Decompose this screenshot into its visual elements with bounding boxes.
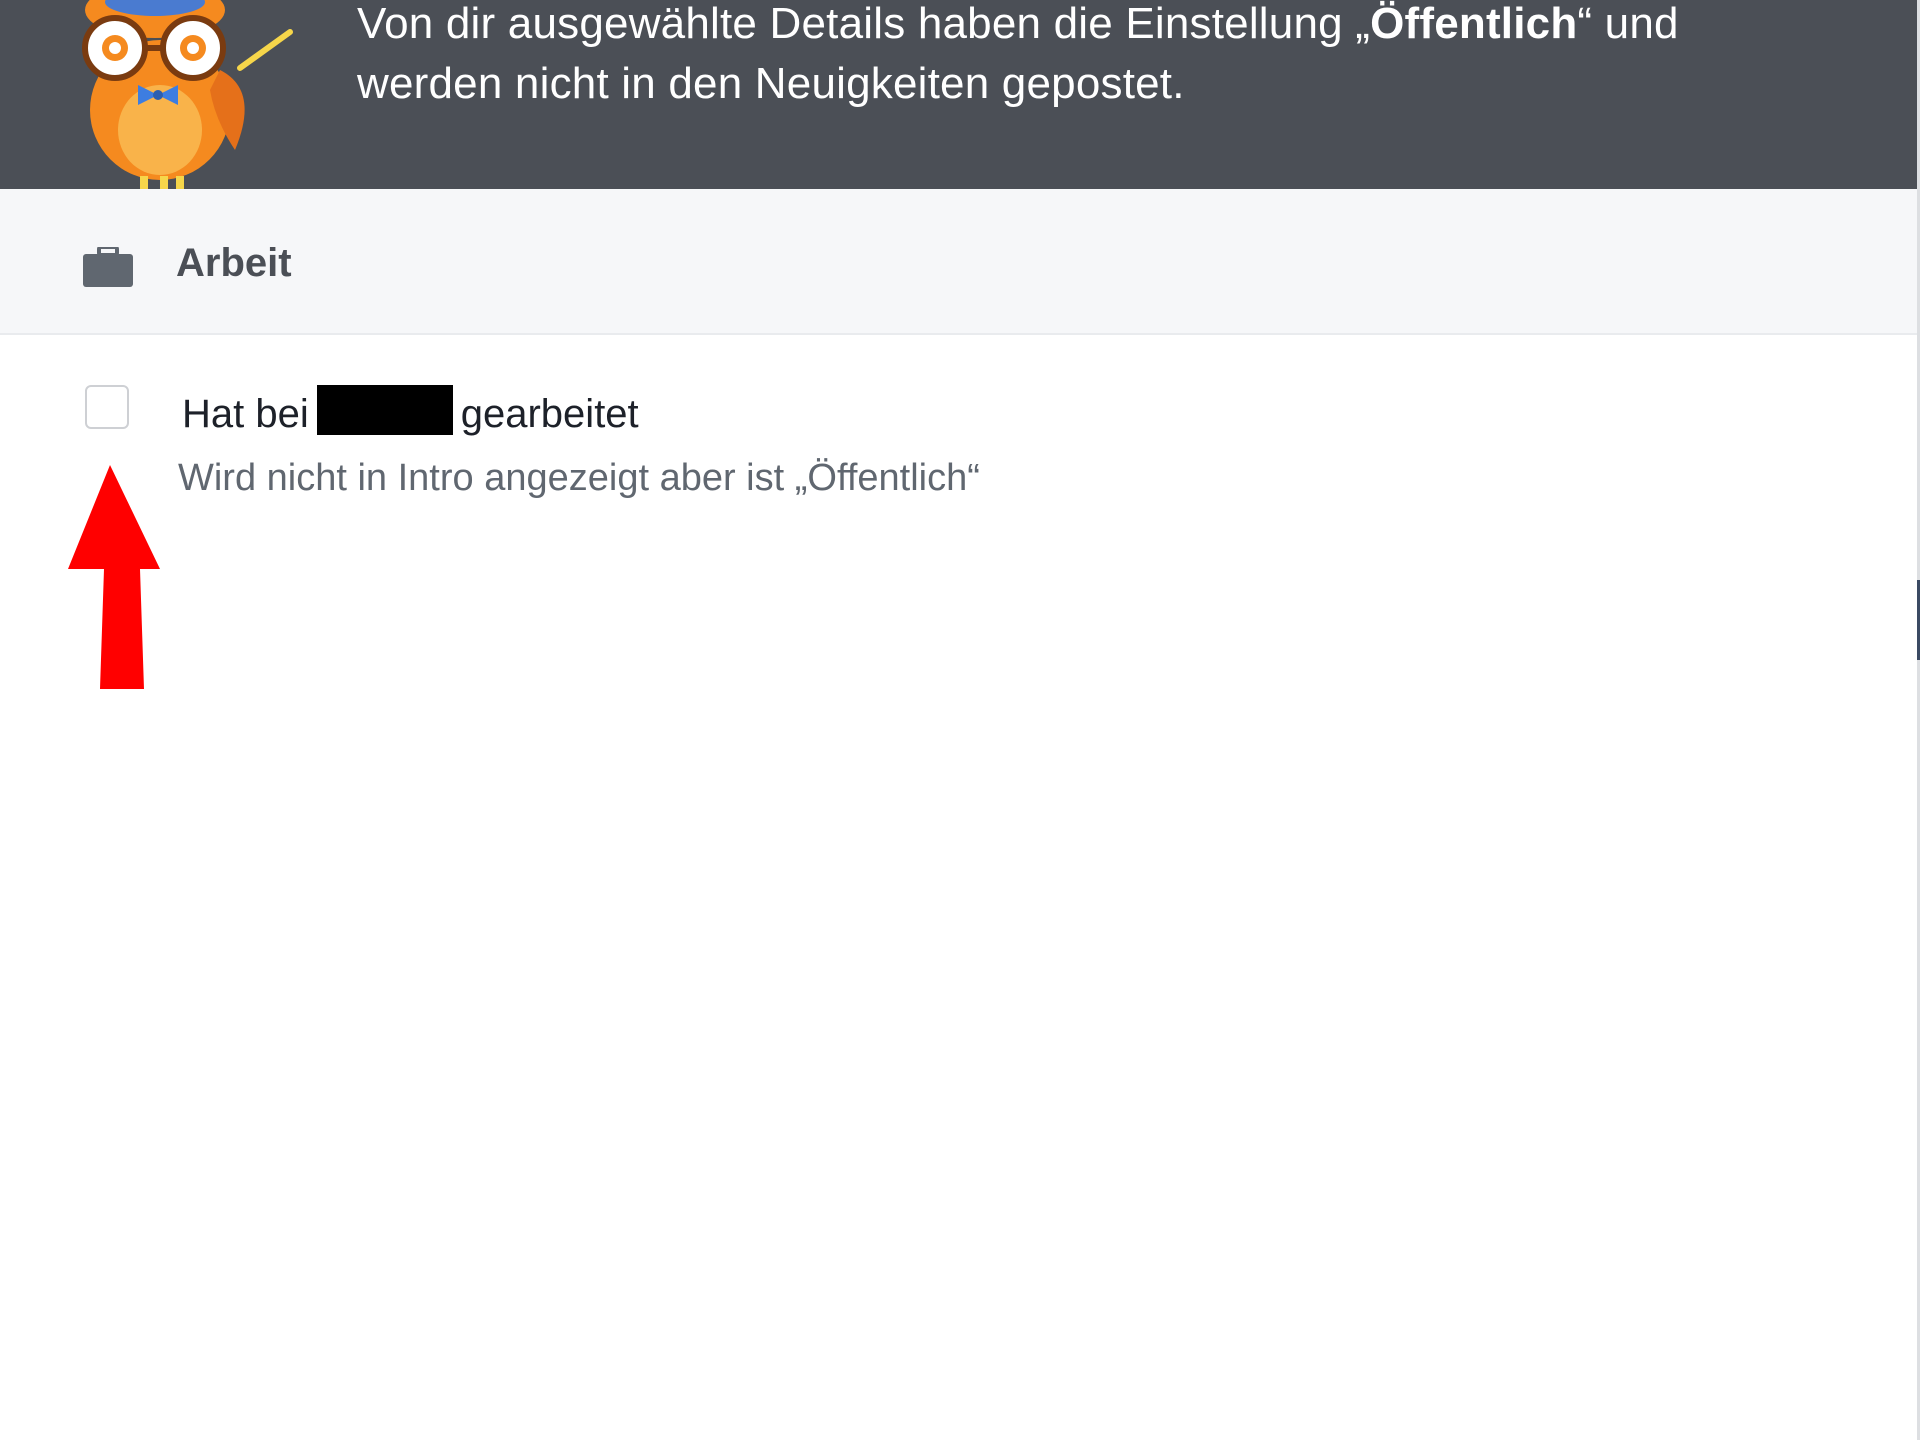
banner-line-1-suffix: “ und <box>1577 0 1679 48</box>
banner-line-1-prefix: Von dir ausgewählte Details haben die Ei… <box>357 0 1371 48</box>
section-title: Arbeit <box>176 241 292 285</box>
briefcase-icon <box>83 247 133 287</box>
item-title: Hat bei gearbeitet <box>182 385 639 442</box>
item-title-prefix: Hat bei <box>182 392 309 436</box>
banner-message: Von dir ausgewählte Details haben die Ei… <box>357 0 1857 114</box>
red-arrow-annotation-icon <box>68 465 160 689</box>
banner-line-2: werden nicht in den Neuigkeiten gepostet… <box>357 59 1185 108</box>
redaction-bar <box>316 385 453 435</box>
section-header-work: Arbeit <box>0 189 1917 335</box>
banner-line-1: Von dir ausgewählte Details haben die Ei… <box>357 0 1857 54</box>
info-banner: Von dir ausgewählte Details haben die Ei… <box>0 0 1917 189</box>
banner-line-1-bold: Öffentlich <box>1370 0 1578 48</box>
owl-mascot-icon <box>82 0 293 189</box>
dialog-page: Von dir ausgewählte Details haben die Ei… <box>0 0 1920 1440</box>
item-checkbox[interactable] <box>85 385 129 429</box>
item-title-suffix: gearbeitet <box>460 392 639 436</box>
list-item: Hat bei gearbeitet Wird nicht in Intro an… <box>0 335 1917 535</box>
item-subtitle: Wird nicht in Intro angezeigt aber ist „… <box>178 457 980 499</box>
